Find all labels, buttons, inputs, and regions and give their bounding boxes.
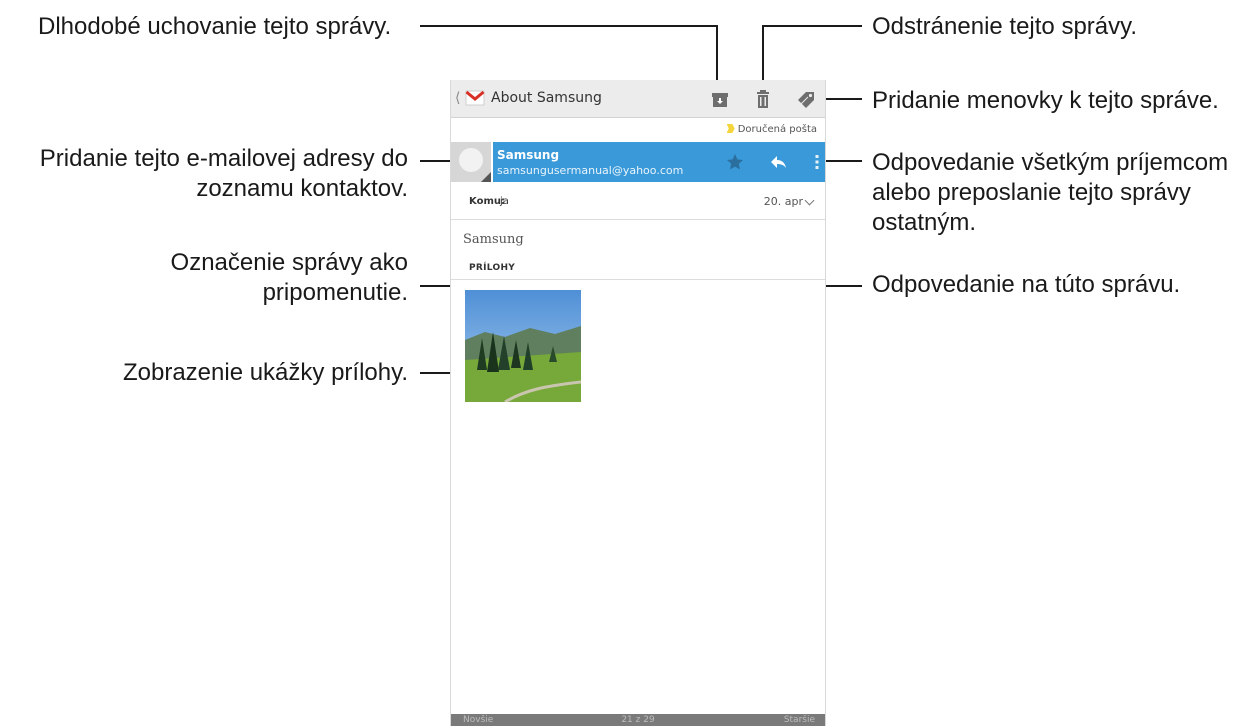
- gmail-icon[interactable]: [465, 89, 485, 107]
- older-button[interactable]: Staršie: [784, 714, 815, 726]
- folder-chevron-icon: [726, 124, 735, 133]
- callout-reply-all: Odpovedanie všetkým príjemcom alebo prep…: [872, 148, 1228, 238]
- callout-star: Označenie správy ako pripomenutie.: [171, 248, 408, 308]
- leader-archive-h: [420, 25, 718, 27]
- callout-preview: Zobrazenie ukážky prílohy.: [122, 359, 408, 386]
- tag-icon[interactable]: [795, 88, 817, 110]
- callout-reply-all-line2: alebo preposlanie tejto správy: [872, 179, 1191, 206]
- newer-button[interactable]: Novšie: [463, 714, 493, 726]
- sender-name: Samsung: [497, 148, 560, 162]
- chevron-down-icon[interactable]: [804, 195, 815, 206]
- avatar[interactable]: [451, 142, 491, 182]
- leader-delete-h: [762, 25, 862, 27]
- bottom-navigation: Novšie 21 z 29 Staršie: [451, 714, 825, 726]
- action-bar: ⟨ About Samsung: [451, 80, 825, 118]
- conversation-title: About Samsung: [491, 90, 602, 106]
- overflow-menu-icon[interactable]: [807, 152, 826, 172]
- divider: [451, 279, 825, 280]
- recipients-row[interactable]: Komu: ja 20. apr: [451, 184, 825, 220]
- folder-label[interactable]: Doručená pošta: [726, 124, 817, 135]
- callout-star-line2: pripomenutie.: [262, 279, 408, 306]
- folder-label-text: Doručená pošta: [737, 124, 817, 135]
- attachment-thumbnail[interactable]: [465, 290, 581, 402]
- callout-reply-all-line3: ostatným.: [872, 209, 977, 236]
- quick-contact-badge: [481, 172, 491, 182]
- trash-icon[interactable]: [752, 88, 774, 110]
- leader-add-contact: [420, 160, 454, 162]
- message-date: 20. apr: [763, 195, 803, 208]
- callout-reply: Odpovedanie na túto správu.: [872, 271, 1181, 298]
- avatar-placeholder-icon: [459, 148, 483, 172]
- callout-add-contact: Pridanie tejto e-mailovej adresy do zozn…: [40, 144, 408, 204]
- chevron-left-icon[interactable]: ⟨: [455, 90, 460, 106]
- callout-archive: Dlhodobé uchovanie tejto správy.: [38, 13, 392, 40]
- callout-add-contact-line1: Pridanie tejto e-mailovej adresy do: [39, 145, 408, 172]
- star-icon[interactable]: [725, 152, 745, 172]
- recipients-value: ja: [500, 196, 509, 207]
- sender-row: Samsung samsungusermanual@yahoo.com: [451, 142, 825, 182]
- callout-star-line1: Označenie správy ako: [170, 249, 408, 276]
- callout-reply-all-line1: Odpovedanie všetkým príjemcom: [872, 149, 1229, 176]
- archive-icon[interactable]: [709, 88, 731, 110]
- reply-icon[interactable]: [769, 152, 789, 172]
- callout-delete: Odstránenie tejto správy.: [872, 13, 1138, 40]
- attachments-heading: PRÍLOHY: [469, 263, 516, 273]
- message-body-text: Samsung: [463, 232, 524, 247]
- sender-header[interactable]: Samsung samsungusermanual@yahoo.com: [493, 142, 825, 182]
- callout-label: Pridanie menovky k tejto správe.: [872, 87, 1219, 114]
- email-screen: ⟨ About Samsung Doručená pošta Samsung s…: [450, 80, 826, 726]
- callout-add-contact-line2: zoznamu kontaktov.: [196, 175, 408, 202]
- folder-label-row: Doručená pošta: [451, 122, 825, 140]
- sender-email: samsungusermanual@yahoo.com: [497, 164, 684, 177]
- message-position: 21 z 29: [621, 715, 655, 725]
